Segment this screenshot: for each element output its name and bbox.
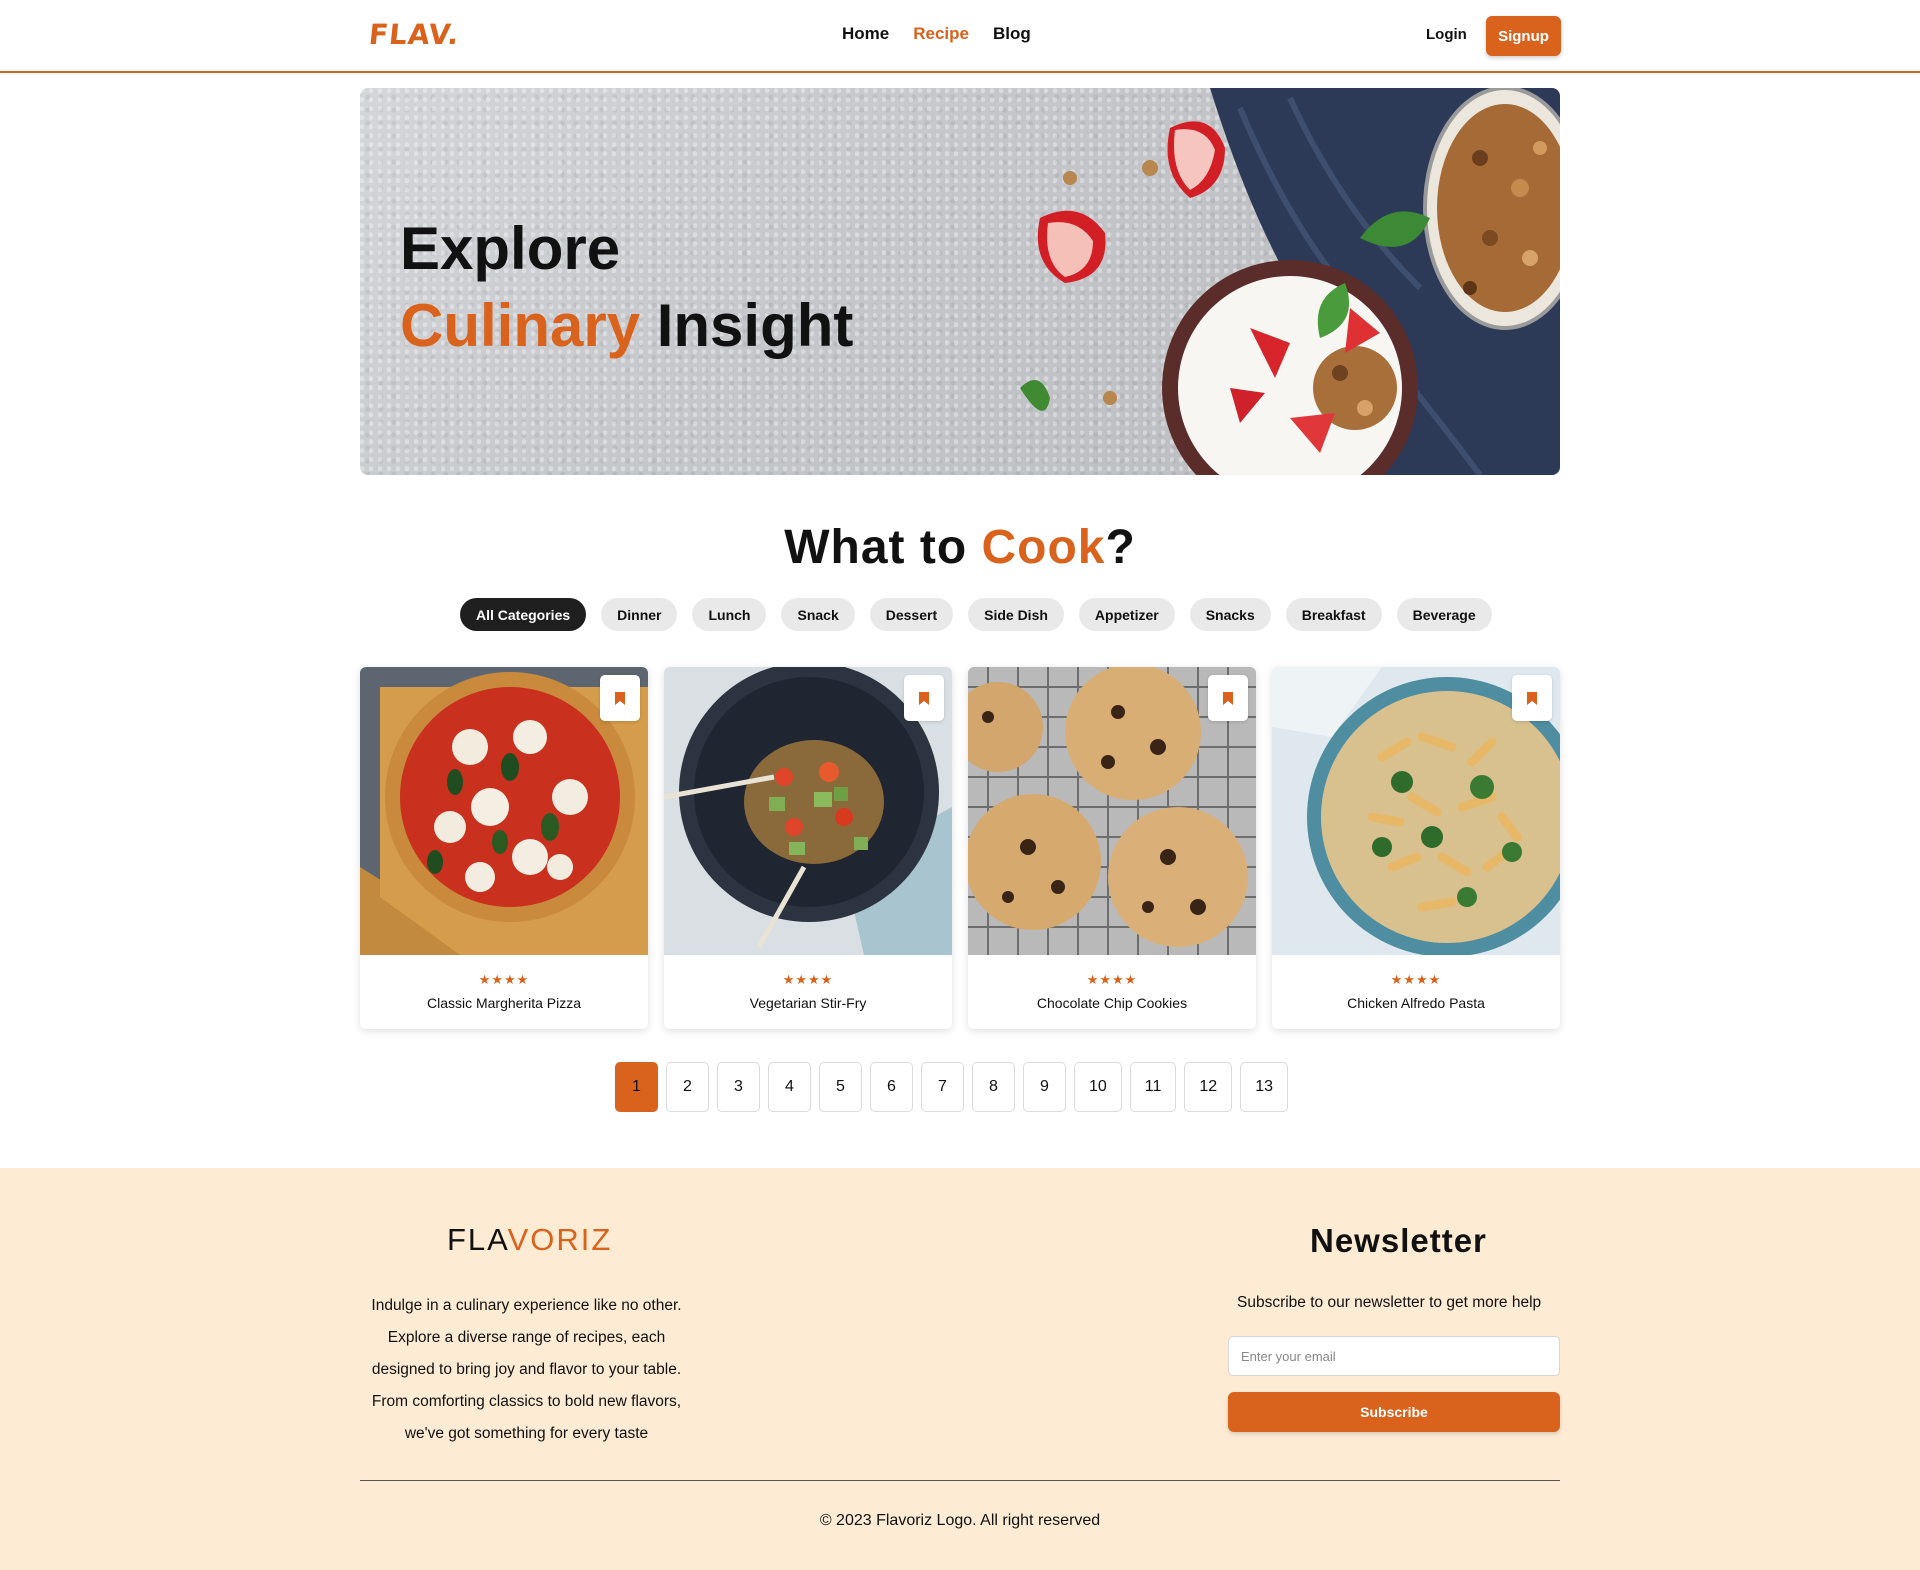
login-link[interactable]: Login — [1426, 26, 1467, 43]
category-chip-dessert[interactable]: Dessert — [869, 598, 954, 631]
hero-title: Explore Culinary Insight — [400, 210, 853, 364]
site-header: FLAV. Home Recipe Blog Login Signup — [0, 0, 1920, 73]
page-button-6[interactable]: 6 — [870, 1062, 913, 1112]
section-title-a: What to — [784, 521, 982, 574]
recipe-card[interactable]: ★★★★ Chocolate Chip Cookies — [968, 667, 1256, 1029]
hero-title-line1: Explore — [400, 215, 621, 282]
page-button-11[interactable]: 11 — [1129, 1062, 1177, 1112]
recipe-card[interactable]: ★★★★ Chicken Alfredo Pasta — [1272, 667, 1560, 1029]
category-chip-snacks[interactable]: Snacks — [1189, 598, 1271, 631]
recipe-card[interactable]: ★★★★ Vegetarian Stir-Fry — [664, 667, 952, 1029]
page-button-3[interactable]: 3 — [717, 1062, 760, 1112]
site-footer: FLAVORIZ Indulge in a culinary experienc… — [0, 1168, 1920, 1570]
nav-recipe[interactable]: Recipe — [913, 24, 969, 44]
page-button-1[interactable]: 1 — [615, 1062, 658, 1112]
footer-brand: FLAVORIZ — [447, 1222, 612, 1258]
hero-title-accent: Culinary — [400, 292, 641, 359]
pagination: 1 2 3 4 5 6 7 8 9 10 11 12 13 — [615, 1062, 1288, 1112]
category-chip-breakfast[interactable]: Breakfast — [1285, 598, 1382, 631]
category-chip-all[interactable]: All Categories — [460, 598, 587, 631]
category-chip-lunch[interactable]: Lunch — [692, 598, 767, 631]
hero-banner: Explore Culinary Insight — [360, 88, 1560, 475]
email-input[interactable] — [1228, 1336, 1560, 1376]
signup-button[interactable]: Signup — [1486, 16, 1561, 56]
hero-title-rest: Insight — [640, 292, 854, 359]
footer-description: Indulge in a culinary experience like no… — [371, 1297, 682, 1442]
recipe-title[interactable]: Chicken Alfredo Pasta — [1272, 995, 1560, 1011]
page-button-5[interactable]: 5 — [819, 1062, 862, 1112]
footer-brand-a: FLA — [447, 1222, 508, 1257]
bookmark-button[interactable] — [904, 675, 944, 721]
main-nav: Home Recipe Blog — [842, 24, 1031, 44]
recipe-title[interactable]: Classic Margherita Pizza — [360, 995, 648, 1011]
category-chip-snack[interactable]: Snack — [781, 598, 855, 631]
page-button-7[interactable]: 7 — [921, 1062, 964, 1112]
bookmark-icon — [919, 691, 929, 705]
bookmark-icon — [1223, 691, 1233, 705]
page-button-2[interactable]: 2 — [666, 1062, 709, 1112]
rating-stars: ★★★★ — [1086, 972, 1138, 987]
page-button-9[interactable]: 9 — [1023, 1062, 1066, 1112]
category-chip-appetizer[interactable]: Appetizer — [1078, 598, 1175, 631]
section-title-b: ? — [1105, 521, 1136, 574]
category-chip-side-dish[interactable]: Side Dish — [968, 598, 1064, 631]
newsletter-title: Newsletter — [1310, 1222, 1487, 1259]
category-chip-dinner[interactable]: Dinner — [601, 598, 678, 631]
nav-blog[interactable]: Blog — [993, 24, 1031, 44]
recipe-title[interactable]: Chocolate Chip Cookies — [968, 995, 1256, 1011]
bookmark-icon — [1527, 691, 1537, 705]
page-button-4[interactable]: 4 — [768, 1062, 811, 1112]
recipe-title[interactable]: Vegetarian Stir-Fry — [664, 995, 952, 1011]
recipe-card[interactable]: ★★★★ Classic Margherita Pizza — [360, 667, 648, 1029]
bookmark-icon — [615, 691, 625, 705]
copyright-text: © 2023 Flavoriz Logo. All right reserved — [819, 1512, 1101, 1529]
page-button-8[interactable]: 8 — [972, 1062, 1015, 1112]
section-title-accent: Cook — [981, 521, 1106, 574]
rating-stars: ★★★★ — [1390, 972, 1442, 987]
bookmark-button[interactable] — [1512, 675, 1552, 721]
section-title: What to Cook? — [0, 520, 1920, 575]
category-filter: All Categories Dinner Lunch Snack Desser… — [460, 598, 1492, 631]
nav-home[interactable]: Home — [842, 24, 889, 44]
page-button-12[interactable]: 12 — [1184, 1062, 1233, 1112]
footer-divider — [360, 1480, 1560, 1481]
subscribe-button[interactable]: Subscribe — [1228, 1392, 1560, 1432]
rating-stars: ★★★★ — [478, 972, 530, 987]
page-button-10[interactable]: 10 — [1074, 1062, 1122, 1112]
category-chip-beverage[interactable]: Beverage — [1396, 598, 1492, 631]
bookmark-button[interactable] — [600, 675, 640, 721]
hero-food-image — [1020, 88, 1560, 475]
footer-brand-accent: VORIZ — [507, 1222, 613, 1257]
page-button-13[interactable]: 13 — [1240, 1062, 1288, 1112]
recipe-grid: ★★★★ Classic Margherita Pizza ★★★★ Veget… — [360, 667, 1560, 1029]
newsletter-subtitle: Subscribe to our newsletter to get more … — [1237, 1294, 1542, 1311]
rating-stars: ★★★★ — [782, 972, 834, 987]
bookmark-button[interactable] — [1208, 675, 1248, 721]
logo[interactable]: FLAV. — [367, 18, 461, 51]
